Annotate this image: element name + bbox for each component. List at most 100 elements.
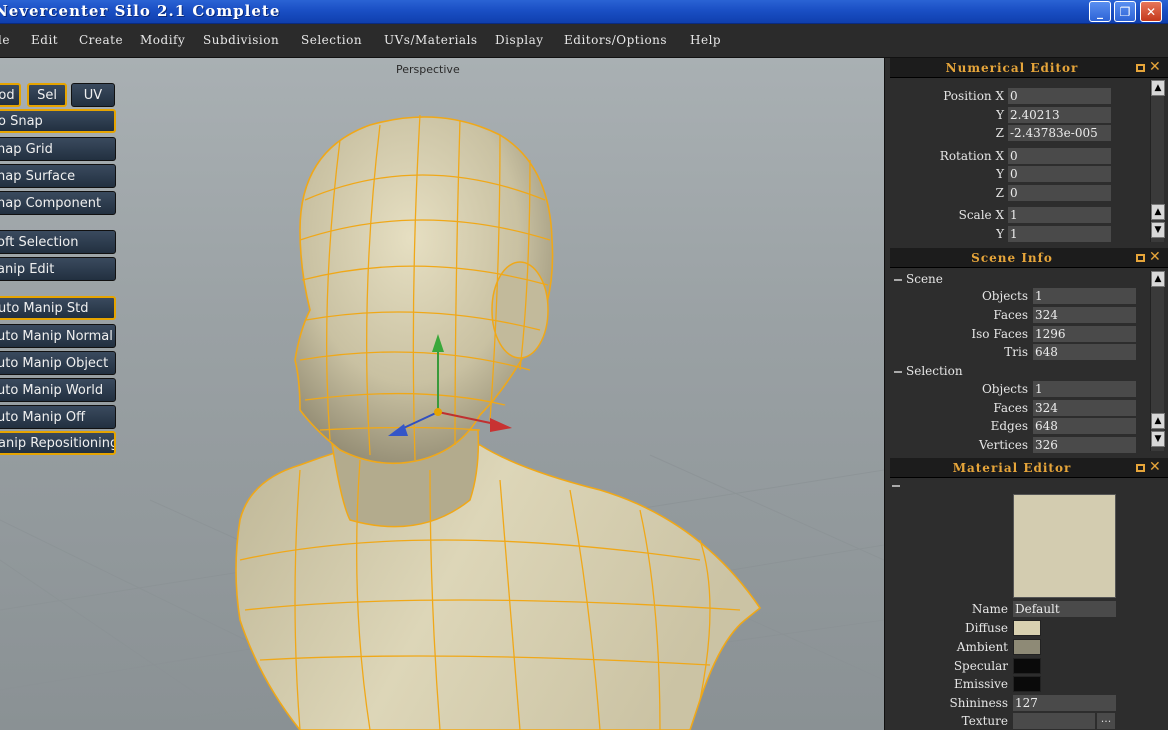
- scroll-down-icon[interactable]: ▼: [1151, 222, 1165, 238]
- position-y-field[interactable]: 2.40213: [1008, 107, 1111, 123]
- selection-faces-label: Faces: [993, 401, 1028, 415]
- rotation-z-label: Z: [995, 186, 1004, 200]
- position-x-label: Position X: [943, 89, 1004, 103]
- auto-snap-button[interactable]: o Snap: [0, 109, 116, 133]
- manip-repositioning-button[interactable]: anip Repositioning: [0, 431, 116, 455]
- selection-section-label: Selection: [906, 364, 963, 378]
- menu-create[interactable]: Create: [79, 33, 123, 47]
- panel-close-icon[interactable]: ✕: [1149, 459, 1161, 475]
- scale-y-field[interactable]: 1: [1008, 226, 1111, 242]
- emissive-label: Emissive: [953, 677, 1008, 691]
- menu-help[interactable]: Help: [690, 33, 721, 47]
- selection-objects-field: 1: [1033, 381, 1136, 397]
- specular-swatch[interactable]: [1013, 658, 1041, 674]
- specular-label: Specular: [953, 659, 1008, 673]
- scroll-up-icon[interactable]: ▲: [1151, 271, 1165, 287]
- texture-label: Texture: [961, 714, 1008, 728]
- scene-objects-field: 1: [1033, 288, 1136, 304]
- menu-file[interactable]: le: [0, 33, 10, 47]
- ambient-label: Ambient: [956, 640, 1008, 654]
- rotation-x-field[interactable]: 0: [1008, 148, 1111, 164]
- ambient-swatch[interactable]: [1013, 639, 1041, 655]
- scale-y-label: Y: [996, 227, 1004, 241]
- rotation-x-label: Rotation X: [939, 149, 1004, 163]
- window-title: Nevercenter Silo 2.1 Complete: [0, 2, 281, 20]
- menu-edit[interactable]: Edit: [31, 33, 58, 47]
- mesh-ear: [491, 261, 549, 359]
- shininess-field[interactable]: 127: [1013, 695, 1116, 711]
- mode-button-sel[interactable]: Sel: [27, 83, 67, 107]
- panel-float-icon[interactable]: [1136, 64, 1145, 72]
- auto-manip-object-button[interactable]: uto Manip Object: [0, 351, 116, 375]
- panel-close-icon[interactable]: ✕: [1149, 249, 1161, 265]
- emissive-swatch[interactable]: [1013, 676, 1041, 692]
- material-preview: [1013, 494, 1116, 598]
- panel-close-icon[interactable]: ✕: [1149, 59, 1161, 75]
- rotation-y-label: Y: [996, 167, 1004, 181]
- auto-manip-world-button[interactable]: uto Manip World: [0, 378, 116, 402]
- scene-info-title: Scene Info: [971, 251, 1053, 265]
- viewport-scene: [0, 114, 884, 730]
- scene-info-scrollbar[interactable]: ▲ ▲ ▼: [1150, 271, 1165, 451]
- menu-subdivision[interactable]: Subdivision: [203, 33, 279, 47]
- menu-display[interactable]: Display: [495, 33, 544, 47]
- scroll-up-icon[interactable]: ▲: [1151, 204, 1165, 220]
- panel-float-icon[interactable]: [1136, 254, 1145, 262]
- mode-button-mod[interactable]: od: [0, 83, 21, 107]
- menu-editors-options[interactable]: Editors/Options: [564, 33, 667, 47]
- scene-section-label: Scene: [906, 272, 943, 286]
- selection-faces-field: 324: [1033, 400, 1136, 416]
- scroll-up-icon[interactable]: ▲: [1151, 413, 1165, 429]
- snap-component-button[interactable]: nap Component: [0, 191, 116, 215]
- scene-iso-faces-label: Iso Faces: [971, 327, 1028, 341]
- scene-tris-field: 648: [1033, 344, 1136, 360]
- rotation-y-field[interactable]: 0: [1008, 166, 1111, 182]
- panel-float-icon[interactable]: [1136, 464, 1145, 472]
- diffuse-swatch[interactable]: [1013, 620, 1041, 636]
- scene-section[interactable]: Scene: [894, 272, 943, 286]
- snap-surface-button[interactable]: nap Surface: [0, 164, 116, 188]
- viewport-label: Perspective: [396, 63, 460, 76]
- material-collapse[interactable]: [892, 478, 904, 492]
- scene-faces-field: 324: [1033, 307, 1136, 323]
- scene-tris-label: Tris: [1004, 345, 1028, 359]
- texture-field[interactable]: [1013, 713, 1095, 729]
- auto-manip-std-button[interactable]: uto Manip Std: [0, 296, 116, 320]
- soft-selection-button[interactable]: oft Selection: [0, 230, 116, 254]
- scroll-up-icon[interactable]: ▲: [1151, 80, 1165, 96]
- numerical-editor-scrollbar[interactable]: ▲ ▲ ▼: [1150, 80, 1165, 242]
- perspective-viewport[interactable]: Perspective: [0, 58, 884, 730]
- mode-button-uv[interactable]: UV: [71, 83, 115, 107]
- scroll-down-icon[interactable]: ▼: [1151, 431, 1165, 447]
- position-z-field[interactable]: -2.43783e-005: [1008, 125, 1111, 141]
- menu-selection[interactable]: Selection: [301, 33, 362, 47]
- texture-browse-button[interactable]: ...: [1097, 713, 1115, 729]
- position-x-field[interactable]: 0: [1008, 88, 1111, 104]
- snap-grid-button[interactable]: nap Grid: [0, 137, 116, 161]
- scale-x-label: Scale X: [958, 208, 1004, 222]
- minimize-icon[interactable]: _: [1089, 1, 1111, 22]
- auto-manip-normal-button[interactable]: uto Manip Normal: [0, 324, 116, 348]
- shininess-label: Shininess: [949, 696, 1009, 710]
- scale-x-field[interactable]: 1: [1008, 207, 1111, 223]
- manip-edit-button[interactable]: anip Edit: [0, 257, 116, 281]
- numerical-editor-header: Numerical Editor ✕: [890, 58, 1168, 78]
- selection-objects-label: Objects: [981, 382, 1028, 396]
- selection-edges-label: Edges: [990, 419, 1028, 433]
- rotation-z-field[interactable]: 0: [1008, 185, 1111, 201]
- material-editor-header: Material Editor ✕: [890, 458, 1168, 478]
- numerical-editor-title: Numerical Editor: [945, 61, 1079, 75]
- scene-objects-label: Objects: [981, 289, 1028, 303]
- material-name-label: Name: [971, 602, 1008, 616]
- menu-modify[interactable]: Modify: [140, 33, 185, 47]
- auto-manip-off-button[interactable]: uto Manip Off: [0, 405, 116, 429]
- material-editor-title: Material Editor: [952, 461, 1072, 475]
- position-z-label: Z: [995, 126, 1004, 140]
- material-name-field[interactable]: Default: [1013, 601, 1116, 617]
- title-bar: Nevercenter Silo 2.1 Complete _ ❐ ✕: [0, 0, 1168, 24]
- scene-iso-faces-field: 1296: [1033, 326, 1136, 342]
- menu-uvs-materials[interactable]: UVs/Materials: [384, 33, 478, 47]
- close-icon[interactable]: ✕: [1140, 1, 1162, 22]
- selection-section[interactable]: Selection: [894, 364, 963, 378]
- maximize-icon[interactable]: ❐: [1114, 1, 1136, 22]
